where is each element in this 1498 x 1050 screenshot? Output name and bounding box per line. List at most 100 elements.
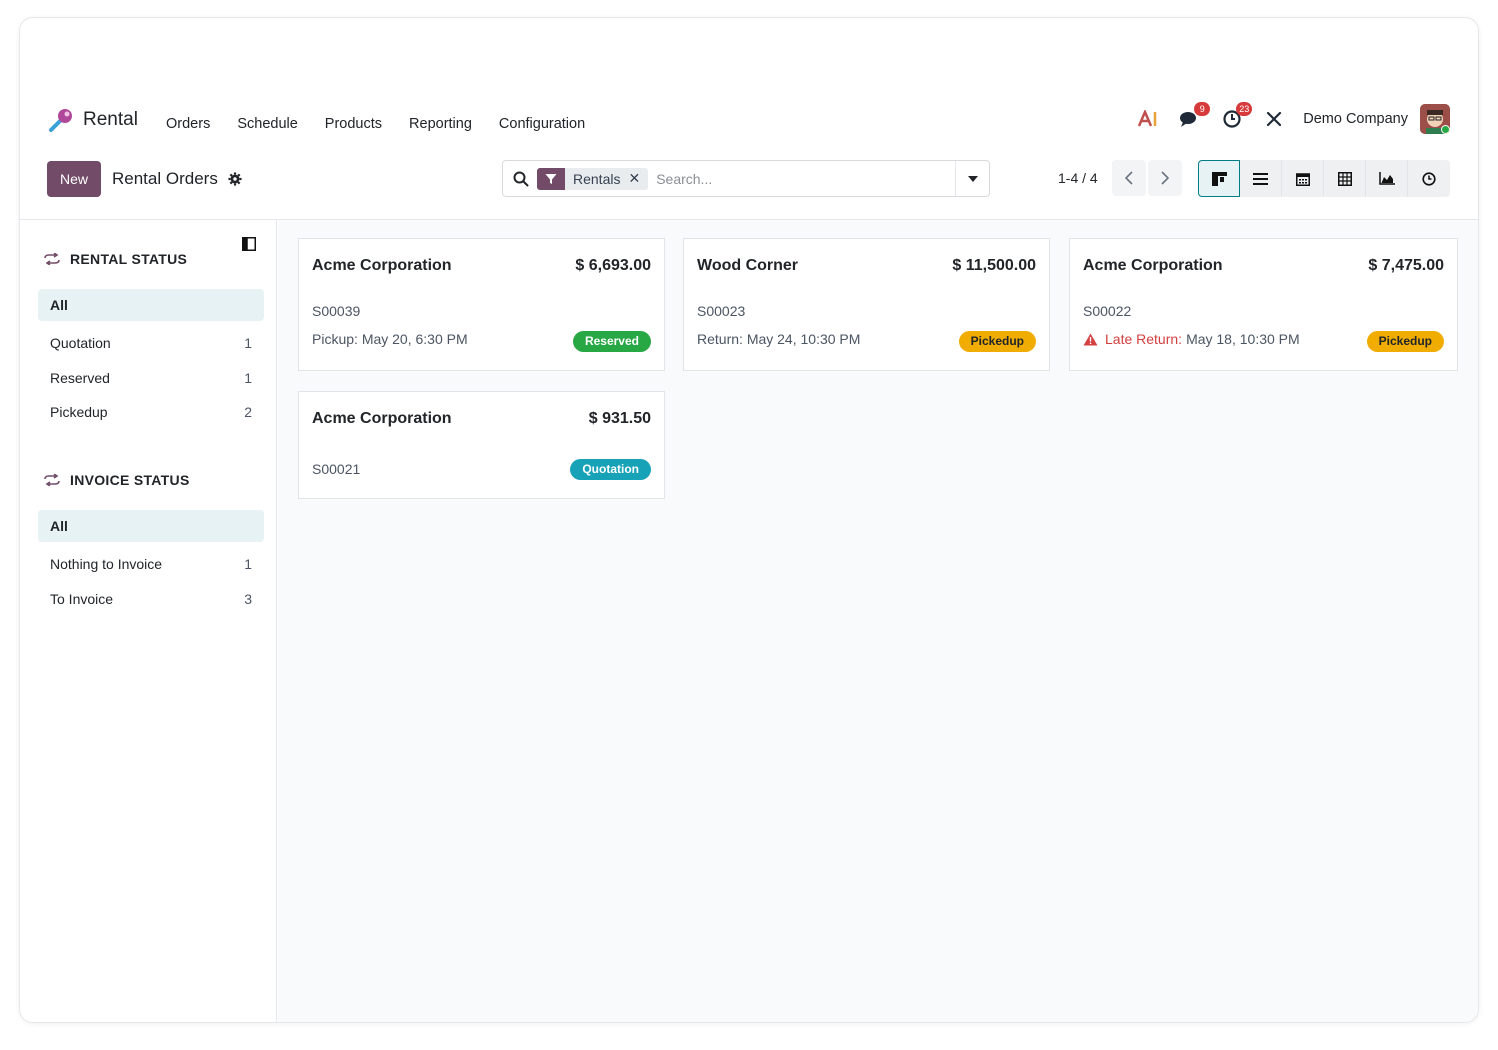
- search-options-toggle[interactable]: [955, 161, 989, 196]
- card-date-value: May 20, 6:30 PM: [361, 331, 468, 347]
- rental-status-list: All Quotation 1 Reserved 1 Pickedup 2: [38, 289, 264, 430]
- menu-orders[interactable]: Orders: [166, 116, 210, 132]
- invoice-status-list: All Nothing to Invoice 1 To Invoice 3: [38, 510, 264, 616]
- table-grid-icon: [1337, 171, 1352, 186]
- user-avatar[interactable]: [1420, 104, 1450, 134]
- calendar-view-button[interactable]: [1282, 160, 1324, 197]
- debug-tools-button[interactable]: [1259, 104, 1289, 134]
- filter-label: Reserved: [50, 369, 110, 386]
- invoice-status-to-invoice[interactable]: To Invoice 3: [38, 582, 264, 617]
- kanban-card[interactable]: Wood Corner $ 11,500.00 S00023 Return: M…: [683, 238, 1050, 371]
- status-badge: Pickedup: [1366, 331, 1444, 352]
- facet-label: Rentals: [573, 170, 621, 187]
- search-icon[interactable]: [513, 171, 529, 187]
- company-switcher[interactable]: Demo Company: [1303, 111, 1408, 127]
- main-menu: Orders Schedule Products Reporting Confi…: [166, 116, 612, 132]
- pager-next-button[interactable]: [1148, 160, 1182, 196]
- rental-app-icon: [49, 109, 72, 132]
- rental-status-all[interactable]: All: [38, 289, 264, 321]
- messages-count-badge: 9: [1194, 102, 1211, 116]
- card-reference: S00021: [312, 461, 361, 477]
- caret-down-icon: [967, 175, 978, 182]
- card-date-label: Late Return:: [1105, 331, 1183, 347]
- card-amount: $ 7,475.00: [1368, 257, 1444, 274]
- area-chart-icon: [1378, 172, 1395, 185]
- card-customer: Acme Corporation: [312, 410, 452, 427]
- search-panel: RENTAL STATUS All Quotation 1 Reserved 1…: [20, 220, 277, 1022]
- search-facet: Rentals ✕: [537, 167, 649, 190]
- page-title: Rental Orders: [112, 169, 218, 188]
- card-customer: Acme Corporation: [312, 257, 452, 274]
- chevron-left-icon: [1125, 171, 1133, 185]
- app-name: Rental: [83, 109, 138, 130]
- calendar-icon: [1295, 172, 1310, 186]
- search-input[interactable]: [656, 170, 947, 187]
- list-view-button[interactable]: [1240, 160, 1282, 197]
- rental-status-quotation[interactable]: Quotation 1: [38, 326, 264, 361]
- menu-reporting[interactable]: Reporting: [409, 116, 472, 132]
- card-reference: S00022: [1083, 303, 1132, 319]
- rental-status-reserved[interactable]: Reserved 1: [38, 361, 264, 396]
- app-brand[interactable]: Rental: [47, 106, 138, 134]
- tools-icon: [1267, 111, 1282, 127]
- rental-status-pickedup[interactable]: Pickedup 2: [38, 395, 264, 430]
- kanban-card[interactable]: Acme Corporation $ 6,693.00 S00039 Picku…: [298, 238, 665, 371]
- kanban-view-button[interactable]: [1198, 160, 1240, 197]
- ai-button[interactable]: [1133, 104, 1163, 134]
- activities-button[interactable]: 23: [1217, 102, 1253, 134]
- card-amount: $ 931.50: [588, 410, 651, 427]
- new-button[interactable]: New: [47, 161, 101, 197]
- filter-count: 1: [244, 335, 252, 352]
- page-title-wrap: Rental Orders: [112, 169, 242, 189]
- card-date: Late Return: May 18, 10:30 PM: [1083, 331, 1300, 347]
- pivot-view-button[interactable]: [1324, 160, 1366, 197]
- filter-label: All: [50, 297, 68, 313]
- facet-remove-icon[interactable]: ✕: [628, 170, 648, 187]
- search-bar: Rentals ✕: [502, 160, 990, 197]
- status-badge: Quotation: [570, 459, 651, 480]
- ai-icon: [1138, 110, 1157, 127]
- menu-products[interactable]: Products: [325, 116, 382, 132]
- filter-count: 3: [244, 590, 252, 607]
- filter-label: All: [50, 518, 68, 534]
- graph-view-button[interactable]: [1366, 160, 1408, 197]
- filter-label: To Invoice: [50, 590, 114, 607]
- gear-icon[interactable]: [228, 172, 242, 186]
- filter-count: 1: [244, 556, 252, 573]
- card-date-label: Return:: [697, 331, 743, 347]
- chevron-right-icon: [1161, 171, 1169, 185]
- activities-count-badge: 23: [1236, 102, 1253, 116]
- card-amount: $ 6,693.00: [575, 257, 651, 274]
- card-date: Return: May 24, 10:30 PM: [697, 331, 860, 347]
- activity-view-button[interactable]: [1408, 160, 1450, 197]
- clock-icon: [1422, 171, 1436, 186]
- pager-previous-button[interactable]: [1112, 160, 1146, 196]
- warning-icon: [1083, 333, 1098, 345]
- filter-count: 1: [244, 369, 252, 386]
- collapse-panel-icon[interactable]: [242, 237, 256, 251]
- app-window: Rental Orders Schedule Products Reportin…: [19, 17, 1479, 1023]
- filter-label: Nothing to Invoice: [50, 556, 163, 573]
- top-navbar: Rental Orders Schedule Products Reportin…: [20, 100, 1478, 146]
- kanban-icon: [1211, 171, 1227, 186]
- pager-value[interactable]: 1-4 / 4: [1058, 170, 1098, 186]
- filter-icon: [537, 167, 565, 190]
- invoice-status-all[interactable]: All: [38, 510, 264, 542]
- list-icon: [1253, 172, 1268, 185]
- kanban-card[interactable]: Acme Corporation $ 931.50 S00021 Quotati…: [298, 391, 665, 499]
- online-status-dot: [1441, 125, 1450, 134]
- status-arrows-icon: [44, 474, 60, 486]
- card-reference: S00039: [312, 303, 361, 319]
- menu-schedule[interactable]: Schedule: [237, 116, 297, 132]
- invoice-status-title: INVOICE STATUS: [70, 472, 190, 488]
- card-amount: $ 11,500.00: [952, 257, 1036, 274]
- card-date-value: May 18, 10:30 PM: [1186, 331, 1300, 347]
- invoice-status-header: INVOICE STATUS: [44, 472, 190, 488]
- kanban-card[interactable]: Acme Corporation $ 7,475.00 S00022 Late …: [1069, 238, 1458, 371]
- kanban-view: Acme Corporation $ 6,693.00 S00039 Picku…: [278, 220, 1478, 1022]
- control-panel: New Rental Orders Rentals ✕ Search... 1-…: [20, 156, 1478, 220]
- invoice-status-nothing-to-invoice[interactable]: Nothing to Invoice 1: [38, 547, 264, 582]
- card-date-label: Pickup:: [312, 331, 358, 347]
- messages-button[interactable]: 9: [1175, 102, 1211, 134]
- menu-configuration[interactable]: Configuration: [499, 116, 585, 132]
